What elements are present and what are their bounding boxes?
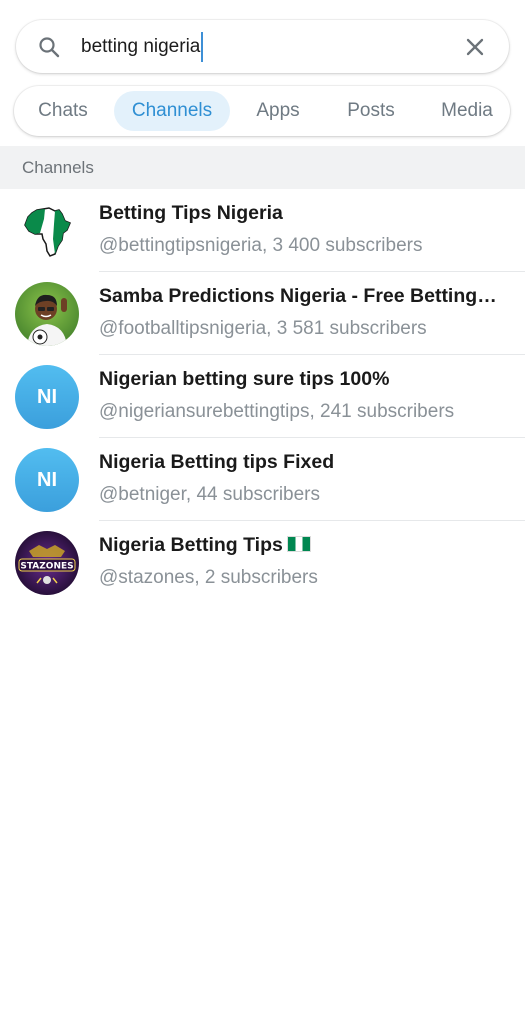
initials-avatar: NI: [15, 448, 79, 512]
tab-apps[interactable]: Apps: [240, 91, 316, 131]
channel-subtitle: @footballtipsnigeria, 3 581 subscribers: [99, 318, 427, 339]
initials-avatar: NI: [15, 365, 79, 429]
channel-title: Betting Tips Nigeria: [99, 202, 283, 224]
search-input[interactable]: betting nigeria: [81, 29, 461, 65]
search-filter-tabs: Chats Channels Apps Posts Media: [14, 86, 510, 136]
channel-subtitle: @betniger, 44 subscribers: [99, 484, 321, 505]
channel-row[interactable]: Samba Predictions Nigeria - Free Betting…: [0, 272, 525, 355]
close-icon[interactable]: [461, 33, 489, 61]
channel-subtitle: @bettingtipsnigeria, 3 400 subscribers: [99, 235, 423, 256]
search-icon: [36, 34, 62, 60]
channel-row[interactable]: Betting Tips Nigeria @bettingtipsnigeria…: [0, 189, 525, 272]
stazones-logo-avatar: STAZONES: [15, 531, 79, 595]
channel-title: Nigeria Betting Tips: [99, 534, 499, 557]
tab-media[interactable]: Media: [426, 91, 508, 131]
channel-subtitle: @stazones, 2 subscribers: [99, 567, 318, 588]
channel-title: Samba Predictions Nigeria - Free Betting…: [99, 285, 499, 307]
africa-map-avatar: [15, 199, 79, 263]
channel-title: Nigeria Betting tips Fixed: [99, 451, 335, 473]
channel-subtitle: @nigeriansurebettingtips, 241 subscriber…: [99, 401, 455, 422]
text-caret: [201, 31, 204, 62]
tab-chats[interactable]: Chats: [22, 91, 104, 131]
section-header-channels: Channels: [0, 146, 525, 189]
stazones-logo-text: STAZONES: [20, 562, 73, 572]
channel-title: Nigerian betting sure tips 100%: [99, 368, 390, 390]
channel-title-text: Nigeria Betting Tips: [99, 534, 283, 556]
channel-row[interactable]: STAZONES Nigeria Betting Tips @stazones,…: [0, 521, 525, 604]
channel-list: Betting Tips Nigeria @bettingtipsnigeria…: [0, 189, 525, 604]
channel-row[interactable]: NI Nigeria Betting tips Fixed @betniger,…: [0, 438, 525, 521]
tab-posts[interactable]: Posts: [330, 91, 412, 131]
search-bar[interactable]: betting nigeria: [16, 20, 509, 73]
nigeria-flag-icon: [286, 536, 311, 552]
tab-channels[interactable]: Channels: [114, 91, 230, 131]
search-query: betting nigeria: [81, 35, 201, 57]
footballer-avatar: [15, 282, 79, 346]
channel-row[interactable]: NI Nigerian betting sure tips 100% @nige…: [0, 355, 525, 438]
